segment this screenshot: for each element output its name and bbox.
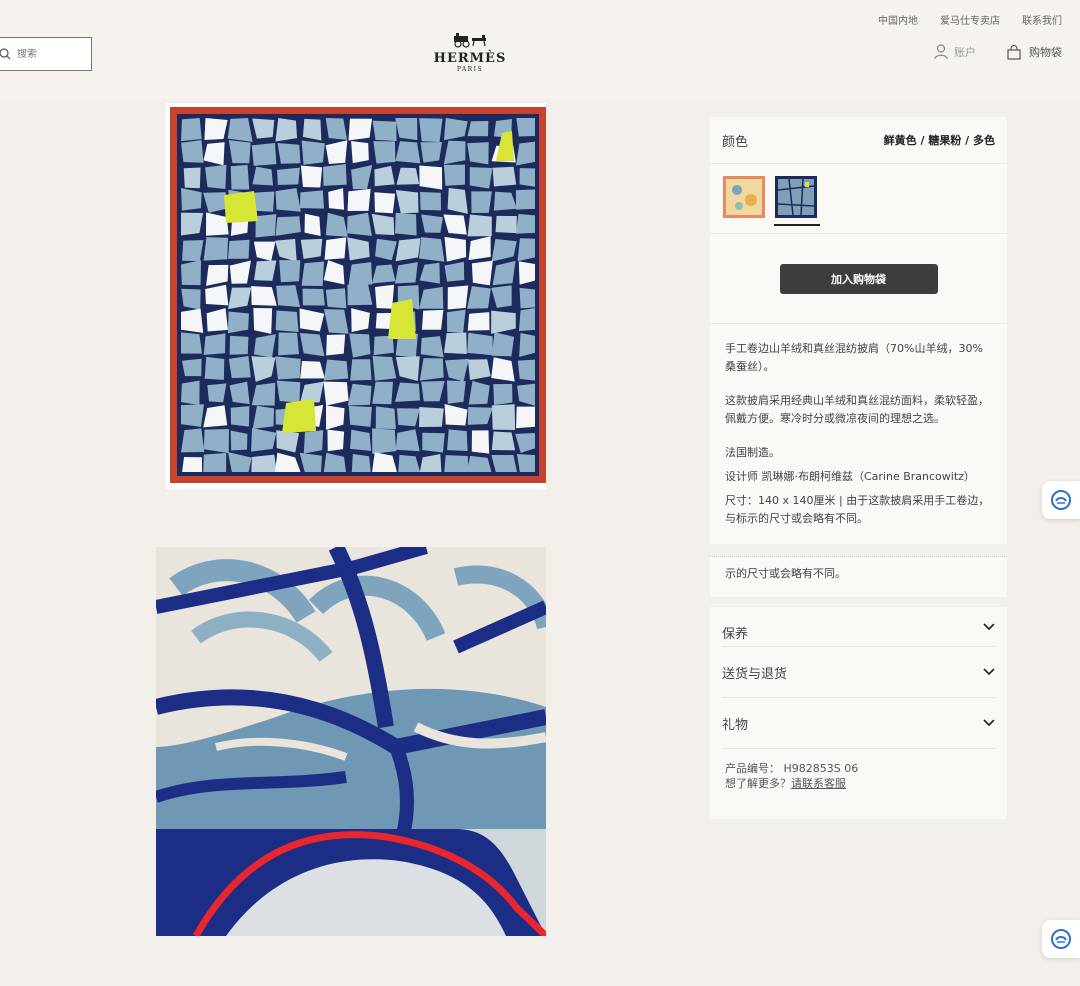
accordion-shipping[interactable]: 送货与退货 [722,647,995,698]
desc-material: 手工卷边山羊绒和真丝混纺披肩（70%山羊绒，30%桑蚕丝）。 [725,342,983,373]
product-meta: 产品编号： H982853S 06 想了解更多？请联系客服 [710,749,1007,791]
contact-service-link[interactable]: 请联系客服 [791,777,846,790]
chat-button[interactable] [1042,481,1080,519]
chevron-down-icon [983,668,995,676]
desc-details: 这款披肩采用经典山羊绒和真丝混纺面料，柔软轻盈，佩戴方便。寒冷时分或微凉夜间的理… [725,394,989,425]
add-to-bag-button[interactable]: 加入购物袋 [779,263,938,294]
product-image-main[interactable] [166,103,546,489]
search-icon [0,48,11,60]
brand-logo[interactable]: HERMÈS PARIS [430,32,510,74]
user-icon [934,44,948,60]
chevron-down-icon [983,623,995,631]
color-label: 颜色 [722,134,749,150]
accordion-gift[interactable]: 礼物 [722,698,995,749]
product-image-detail[interactable] [156,547,546,936]
sku-value: H982853S 06 [783,762,859,775]
color-value: 鲜黄色 / 糖果粉 / 多色 [883,134,995,147]
cta-area: 加入购物袋 [710,234,1007,324]
desc-origin: 法国制造。 [725,446,780,459]
product-accordion: 保养 送货与退货 礼物 产品编号： H982853S 06 想了解更多？请联系客… [710,607,1007,819]
swatch-blue-variant[interactable] [774,176,820,226]
sku-label: 产品编号： [725,762,780,775]
sku-row: 产品编号： H982853S 06 [725,761,992,776]
chevron-down-icon [983,719,995,727]
scarf-mosaic-image [170,107,546,483]
account-label: 账户 [954,46,976,59]
swatch-pink-variant[interactable] [723,176,765,218]
site-header: 中国内地 爱马仕专卖店 联系我们 HERMÈS PARIS 账户 [0,0,1080,100]
bag-label: 购物袋 [1029,46,1062,59]
carriage-logo-icon [454,33,486,48]
shopping-bag-icon [1007,44,1021,60]
bag-link[interactable]: 购物袋 [1007,44,1062,60]
product-info-panel: 颜色 鲜黄色 / 糖果粉 / 多色 加入购物袋 手工卷边山羊绒和真丝混纺披肩（7… [710,117,1007,544]
chat-button-secondary[interactable] [1042,920,1080,958]
color-swatches [710,164,1007,234]
desc-size: 尺寸：140 x 140厘米 | 由于这款披肩采用手工卷边，与标示的尺寸或会略有… [725,494,990,525]
desc-designer: 设计师 凯琳娜·布朗柯维兹（Carine Brancowitz） [725,470,975,483]
accordion-care[interactable]: 保养 [722,607,995,647]
help-row: 想了解更多？请联系客服 [725,776,992,791]
logo-sub: PARIS [456,66,484,73]
color-row: 颜色 鲜黄色 / 糖果粉 / 多色 [710,117,1007,164]
accordion-care-label: 保养 [722,627,749,642]
product-description: 手工卷边山羊绒和真丝混纺披肩（70%山羊绒，30%桑蚕丝）。 这款披肩采用经典山… [710,324,1007,544]
scarf-closeup-image [156,547,546,936]
link-stores[interactable]: 爱马仕专卖店 [940,12,1000,27]
utility-links: 中国内地 爱马仕专卖店 联系我们 [878,12,1062,27]
help-text: 想了解更多？ [725,777,791,790]
overflow-text: 示的尺寸或会略有不同。 [725,567,846,580]
search-input[interactable] [17,48,87,60]
accordion-gift-label: 礼物 [722,717,749,733]
account-link[interactable]: 账户 [934,44,976,60]
accordion-shipping-label: 送货与退货 [722,666,788,682]
logo-word: HERMÈS [433,51,507,66]
chat-icon [1051,490,1071,510]
link-region[interactable]: 中国内地 [878,12,918,27]
description-overflow: 示的尺寸或会略有不同。 [710,556,1007,597]
link-contact[interactable]: 联系我们 [1022,12,1062,27]
chat-icon [1051,929,1071,949]
search-box[interactable] [0,37,92,71]
